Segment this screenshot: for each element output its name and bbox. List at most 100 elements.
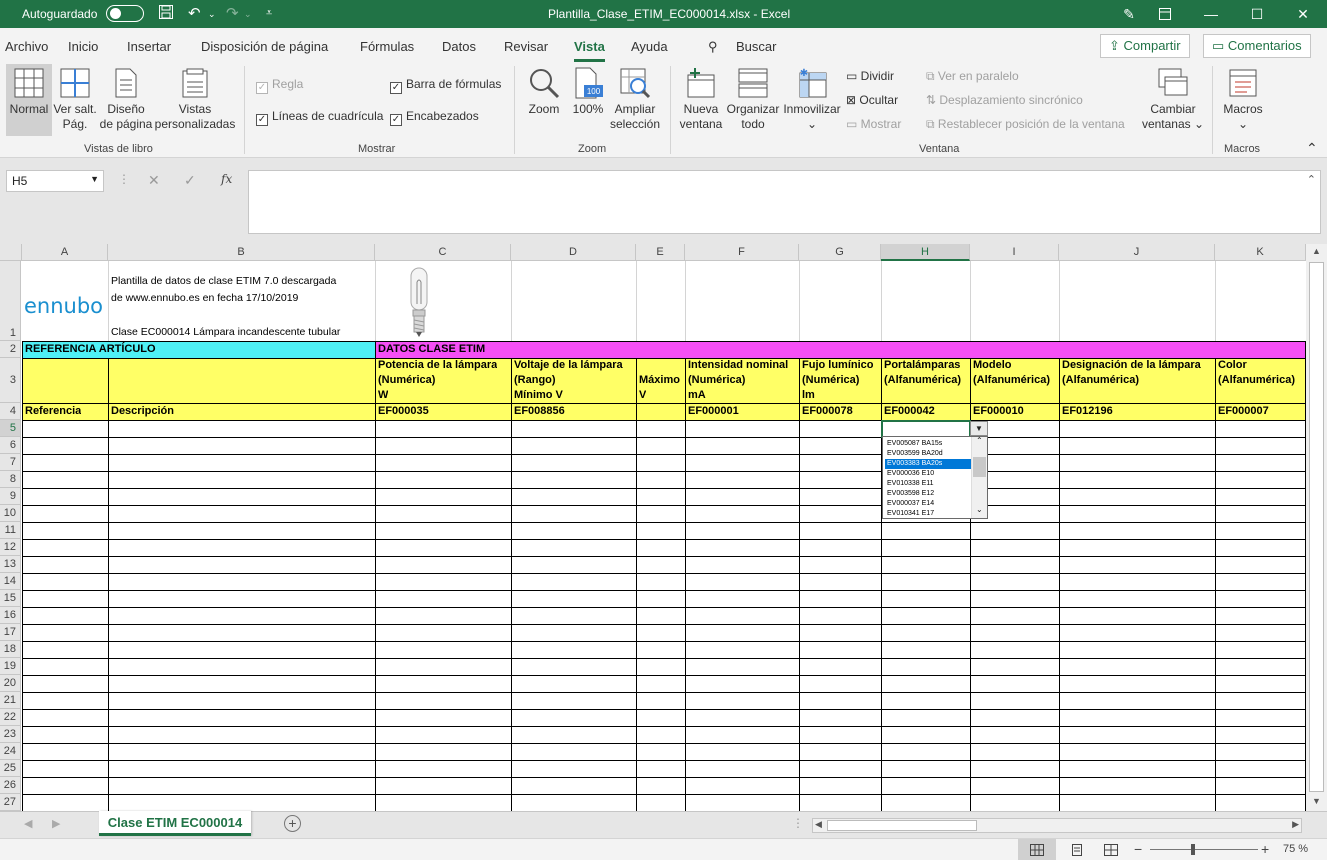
page-layout-view-button[interactable]: Diseño de página xyxy=(98,64,154,132)
freeze-panes-button[interactable]: ✱ Inmovilizar ⌄ xyxy=(782,64,842,132)
maximize-icon[interactable]: ☐ xyxy=(1234,0,1280,28)
cell-f4[interactable]: EF000001 xyxy=(685,404,739,419)
column-header-h[interactable]: H xyxy=(881,244,970,261)
share-button[interactable]: ⇪ Compartir xyxy=(1100,34,1190,58)
tab-formulas[interactable]: Fórmulas xyxy=(360,39,414,54)
name-box-dropdown-icon[interactable]: ▼ xyxy=(90,174,99,184)
split-button[interactable]: ▭ Dividir xyxy=(846,69,894,83)
undo-icon[interactable]: ↶ xyxy=(188,4,201,22)
redo-dropdown-icon[interactable]: ⌄ xyxy=(244,9,252,20)
row-header-3[interactable]: 3 xyxy=(0,358,21,403)
minimize-icon[interactable]: — xyxy=(1188,0,1234,28)
search-icon[interactable]: ⚲ xyxy=(708,39,718,55)
close-icon[interactable]: ✕ xyxy=(1280,0,1326,28)
zoom-out-icon[interactable]: − xyxy=(1134,841,1142,857)
worksheet-grid[interactable]: ennubo Plantilla de datos de clase ETIM … xyxy=(0,244,1327,811)
row-header-21[interactable]: 21 xyxy=(0,692,21,709)
gridlines-checkbox[interactable]: ✓ Líneas de cuadrícula xyxy=(256,109,383,126)
hide-button[interactable]: ⊠ Ocultar xyxy=(846,93,898,107)
dropdown-option[interactable]: EV010341 E17 xyxy=(885,509,971,519)
validation-dropdown-button[interactable]: ▼ xyxy=(970,421,988,436)
tab-archivo[interactable]: Archivo xyxy=(5,39,48,54)
cell-k4[interactable]: EF000007 xyxy=(1215,404,1269,419)
cell-a4[interactable]: Referencia xyxy=(22,404,81,419)
add-sheet-icon[interactable]: + xyxy=(284,815,301,832)
row-header-6[interactable]: 6 xyxy=(0,437,21,454)
insert-function-icon[interactable]: fx xyxy=(221,172,232,186)
tab-vista[interactable]: Vista xyxy=(574,39,605,62)
zoom-button[interactable]: Zoom xyxy=(522,64,566,117)
normal-view-status-button[interactable] xyxy=(1018,839,1056,860)
save-icon[interactable] xyxy=(158,4,174,24)
redo-icon[interactable]: ↷ xyxy=(226,4,239,22)
row-header-17[interactable]: 17 xyxy=(0,624,21,641)
row-header-20[interactable]: 20 xyxy=(0,675,21,692)
column-header-g[interactable]: G xyxy=(799,244,881,261)
scroll-down-icon[interactable]: ▼ xyxy=(1312,796,1321,806)
dropdown-option[interactable]: EV003383 BA20s xyxy=(885,459,971,469)
cell-i4[interactable]: EF000010 xyxy=(970,404,1024,419)
cell-b4[interactable]: Descripción xyxy=(108,404,174,419)
formula-bar-checkbox[interactable]: ✓ Barra de fórmulas xyxy=(390,77,501,94)
undo-dropdown-icon[interactable]: ⌄ xyxy=(208,9,216,20)
page-break-status-icon[interactable] xyxy=(1104,844,1118,856)
row-header-16[interactable]: 16 xyxy=(0,607,21,624)
dropdown-scroll-thumb[interactable] xyxy=(973,457,986,477)
dropdown-option[interactable]: EV010338 E11 xyxy=(885,479,971,489)
column-header-e[interactable]: E xyxy=(636,244,685,261)
unhide-button[interactable]: ▭ Mostrar xyxy=(846,117,901,131)
row-header-27[interactable]: 27 xyxy=(0,794,21,811)
row-header-11[interactable]: 11 xyxy=(0,522,21,539)
row-header-26[interactable]: 26 xyxy=(0,777,21,794)
page-layout-status-icon[interactable] xyxy=(1071,844,1083,856)
row-header-25[interactable]: 25 xyxy=(0,760,21,777)
tab-ayuda[interactable]: Ayuda xyxy=(631,39,668,54)
column-header-i[interactable]: I xyxy=(970,244,1059,261)
scroll-right-icon[interactable]: ▶ xyxy=(1292,819,1299,830)
column-header-c[interactable]: C xyxy=(375,244,511,261)
row-header-13[interactable]: 13 xyxy=(0,556,21,573)
zoom-to-selection-button[interactable]: Ampliar selección xyxy=(608,64,662,132)
cancel-icon[interactable]: ✕ xyxy=(148,172,160,189)
row-header-8[interactable]: 8 xyxy=(0,471,21,488)
scroll-up-icon[interactable]: ⌃ xyxy=(976,436,983,445)
row-header-23[interactable]: 23 xyxy=(0,726,21,743)
enter-icon[interactable]: ✓ xyxy=(184,172,196,189)
tab-revisar[interactable]: Revisar xyxy=(504,39,548,54)
row-header-2[interactable]: 2 xyxy=(0,341,21,358)
column-header-d[interactable]: D xyxy=(511,244,636,261)
cell-j4[interactable]: EF012196 xyxy=(1059,404,1113,419)
cell-h4[interactable]: EF000042 xyxy=(881,404,935,419)
row-header-14[interactable]: 14 xyxy=(0,573,21,590)
row-header-5[interactable]: 5 xyxy=(0,420,21,437)
view-side-by-side-button[interactable]: ⧉ Ver en paralelo xyxy=(926,69,1019,84)
scroll-left-icon[interactable]: ◀ xyxy=(815,819,822,830)
vertical-scroll-thumb[interactable] xyxy=(1309,262,1324,792)
arrange-all-button[interactable]: Organizar todo xyxy=(726,64,780,132)
new-window-button[interactable]: Nueva ventana xyxy=(678,64,724,132)
dropdown-option[interactable]: EV000036 E10 xyxy=(885,469,971,479)
row-header-4[interactable]: 4 xyxy=(0,403,21,420)
prev-sheet-icon[interactable]: ◀ xyxy=(24,817,32,830)
cell-d4[interactable]: EF008856 xyxy=(511,404,565,419)
dropdown-option[interactable]: EV003598 E12 xyxy=(885,489,971,499)
collapse-ribbon-icon[interactable]: ⌃ xyxy=(1306,140,1318,157)
switch-windows-button[interactable]: Cambiar ventanas ⌄ xyxy=(1140,64,1206,132)
custom-views-button[interactable]: Vistas personalizadas xyxy=(154,64,236,132)
tab-inicio[interactable]: Inicio xyxy=(68,39,98,54)
tab-disposicion[interactable]: Disposición de página xyxy=(201,39,328,54)
validation-dropdown-list[interactable]: EV005087 BA15s EV003599 BA20d EV003383 BA2… xyxy=(882,436,988,519)
regla-checkbox[interactable]: ✓ Regla xyxy=(256,77,303,94)
customize-toolbar-icon[interactable]: ⩡ xyxy=(266,7,272,20)
row-header-12[interactable]: 12 xyxy=(0,539,21,556)
column-header-f[interactable]: F xyxy=(685,244,799,261)
headings-checkbox[interactable]: ✓ Encabezados xyxy=(390,109,479,126)
vertical-scrollbar[interactable]: ▲ ▼ xyxy=(1306,244,1327,811)
page-break-view-button[interactable]: Ver salt. Pág. xyxy=(52,64,98,132)
zoom-slider[interactable] xyxy=(1150,849,1258,850)
more-options-icon[interactable]: ⋮ xyxy=(118,172,130,186)
column-header-k[interactable]: K xyxy=(1215,244,1306,261)
dropdown-scrollbar[interactable]: ⌃ ⌄ xyxy=(971,436,987,518)
row-header-19[interactable]: 19 xyxy=(0,658,21,675)
sheet-tab-active[interactable]: Clase ETIM EC000014 xyxy=(99,811,251,836)
